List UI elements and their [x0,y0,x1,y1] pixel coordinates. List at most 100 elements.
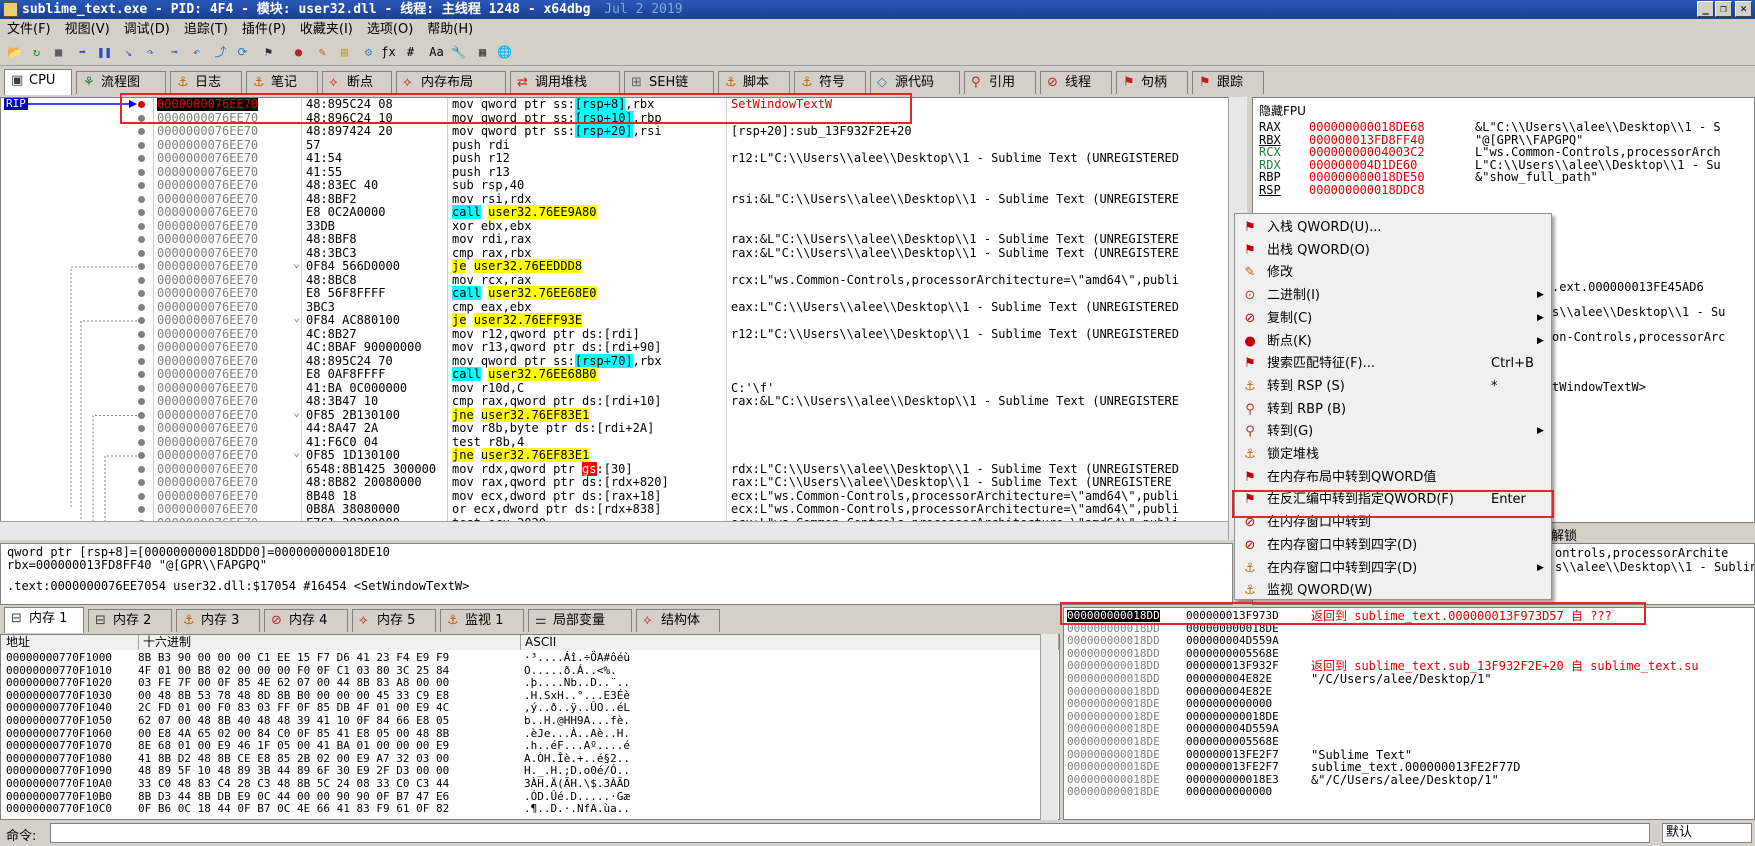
breakpoint-dot[interactable] [138,330,145,338]
disasm-row[interactable]: 0000000076EE70 4C:8B27 mov r12,qword ptr d… [1,327,1221,341]
breakpoint-dot[interactable] [138,182,145,189]
disasm-row[interactable]: 0000000076EE70 48:8BC8 mov rcx,rax rcx:L"ws… [1,273,1221,287]
tab-graph[interactable]: ⚘ 流程图 [76,71,166,94]
disasm-row[interactable]: 0000000076EE70 E8 0AF8FFFF call user32.76E… [1,367,1221,381]
breakpoint-dot[interactable] [138,425,145,432]
menu-item-goto[interactable]: ⚲ 转到(G) ▶ [1235,420,1551,443]
menu-item-goto-rbp[interactable]: ⚲ 转到 RBP (B) [1235,398,1551,421]
menu-item-push[interactable]: ⚑ 入栈 QWORD(U)... [1235,216,1551,239]
restore-button[interactable]: ❐ [1715,1,1732,17]
tab-source[interactable]: ◇ 源代码 [870,71,960,94]
tab-trace[interactable]: ⚑ 跟踪 [1192,71,1264,94]
menu-item-dump-qword-sub[interactable]: ⚓ 在内存窗口中转到四字(D) ▶ [1235,557,1551,580]
menu-item-breakpoint[interactable]: ● 断点(K) ▶ [1235,330,1551,353]
breakpoint-dot[interactable] [138,506,145,513]
menu-item-dump-goto[interactable]: ⊘ 在内存窗口中转到 [1235,511,1551,534]
step-over-icon[interactable]: ↷ [142,44,159,61]
disasm-row[interactable]: 0000000076EE70 48:3BC3 cmp rax,rbx rax:&L"C… [1,246,1221,260]
disasm-row[interactable]: 0000000076EE70 44:8A47 2A mov r8b,byte ptr… [1,422,1221,435]
breakpoint-dot[interactable] [138,371,145,378]
breakpoint-dot[interactable] [138,411,145,419]
tab-内存 4[interactable]: ⊘ 内存 4 [264,609,348,632]
menu-plugins[interactable]: 插件(P) [235,19,293,40]
menu-view[interactable]: 视图(V) [58,19,117,40]
breakpoint-dot[interactable] [138,276,145,284]
menu-item-goto-rsp[interactable]: ⚓ 转到 RSP (S) * [1235,375,1551,398]
dump-col-address[interactable]: 地址 [6,635,30,650]
memory-dump-view[interactable]: 地址 十六进制 ASCII 00000000770F1000 8B B3 90 0… [0,634,1060,820]
disasm-row[interactable]: 0000000076EE70 48:896C24 10 mov qword ptr … [1,110,1221,125]
tab-threads[interactable]: ⊘ 线程 [1040,71,1112,94]
breakpoint-dot[interactable] [138,209,145,216]
tab-log[interactable]: ⚓ 日志 [170,71,242,94]
breakpoint-dot[interactable] [138,438,145,446]
log-icon[interactable]: ▦ [474,44,491,61]
step-back-icon[interactable]: ↶ [188,44,205,61]
disasm-row[interactable]: 0000000076EE70 48:8BF2 mov rsi,rdx rsi:&L"C… [1,192,1221,206]
menu-item-modify[interactable]: ✎ 修改 [1235,261,1551,284]
pause-icon[interactable]: ❚❚ [96,44,113,61]
tab-cpu[interactable]: ▣ CPU [4,69,72,95]
minimize-button[interactable]: _ [1697,1,1714,17]
menu-item-lock-stack[interactable]: ⚓ 锁定堆栈 [1235,443,1551,466]
tab-局部变量[interactable]: ⚌ 局部变量 [528,609,632,632]
dump-col-hex[interactable]: 十六进制 [138,635,191,650]
breakpoint-dot[interactable] [138,236,145,243]
breakpoint-dot[interactable] [138,465,145,473]
breakpoint-icon[interactable]: ● [290,44,307,61]
script-icon[interactable]: ⚙ [360,44,377,61]
breakpoint-dot[interactable] [138,452,145,459]
tab-notes[interactable]: ⚓ 笔记 [246,71,318,94]
disasm-row[interactable]: 0000000076EE70 0F84 566D0000 je user32.76E… [1,257,1221,273]
tab-script[interactable]: ⚓ 脚本 [718,71,790,94]
menu-trace[interactable]: 追踪(T) [177,19,235,40]
disassembly-horizontal-scrollbar[interactable] [0,521,1228,540]
disasm-row[interactable]: 0000000076EE70 33DB xor ebx,ebx [1,219,1221,233]
breakpoint-dot[interactable] [138,114,145,122]
breakpoint-dot[interactable] [138,398,145,405]
font-icon[interactable]: Aa [428,44,445,61]
menu-item-binary[interactable]: ⊙ 二进制(I) ▶ [1235,284,1551,307]
breakpoint-dot[interactable] [138,344,145,351]
command-input[interactable] [50,823,1650,843]
breakpoint-dot[interactable] [138,249,145,257]
tab-handles[interactable]: ⚑ 句柄 [1116,71,1188,94]
tab-memory-map[interactable]: ⟡ 内存布局 [396,71,506,94]
breakpoint-dot[interactable] [138,168,145,176]
disasm-row[interactable]: 0000000076EE70 48:3B47 10 cmp rax,qword pt… [1,395,1221,408]
menu-item-memmap-goto[interactable]: ⚑ 在内存布局中转到QWORD值 [1235,466,1551,489]
breakpoint-dot[interactable] [138,290,145,297]
disasm-row[interactable]: 0000000076EE70 48:83EC 40 sub rsp,40 [1,179,1221,192]
menu-item-watch-qword[interactable]: ⚓ 监视 QWORD(W) [1235,579,1551,602]
disasm-row[interactable]: 0000000076EE70 41:54 push r12 r12:L"C:\\Use… [1,152,1221,165]
stack-view[interactable]: 000000000018DD 000000013F973D 返回到 sublime_… [1063,607,1755,820]
dump-col-ascii[interactable]: ASCII [520,635,556,650]
disasm-row[interactable]: 0000000076EE70 48:8B82 20080000 mov rax,qw… [1,476,1221,489]
tab-seh[interactable]: ⊞ SEH链 [624,71,714,94]
call-stack-line[interactable]: s\\alee\\Desktop\\1 - Sublin [1555,560,1754,574]
disasm-row[interactable]: 0000000076EE70 41:BA 0C000000 mov r10d,C C:… [1,381,1221,395]
register-row[interactable]: RSP 000000000018DDC8 [1253,183,1753,197]
menu-help[interactable]: 帮助(H) [420,19,480,40]
tab-内存 1[interactable]: ⊟ 内存 1 [4,607,84,633]
disasm-row[interactable]: 0000000076EE70 41:55 push r13 [1,165,1221,179]
menu-item-disasm-goto[interactable]: ⚑ 在反汇编中转到指定QWORD(F) Enter [1235,488,1551,511]
disasm-row[interactable]: 0000000076EE70 41:F6C0 04 test r8b,4 [1,435,1221,449]
animate-icon[interactable]: ⟳ [234,44,251,61]
menu-options[interactable]: 选项(O) [360,19,420,40]
open-icon[interactable]: 📂 [6,44,23,61]
breakpoint-dot[interactable] [138,222,145,230]
close-button[interactable]: ✕ [1735,1,1752,17]
command-mode-select[interactable]: 默认 [1662,823,1752,843]
menu-item-pop[interactable]: ⚑ 出栈 QWORD(O) [1235,239,1551,262]
disasm-row[interactable]: 0000000076EE70 0F85 1D130100 jne user32.76… [1,446,1221,462]
menu-item-copy[interactable]: ⊘ 复制(C) ▶ [1235,307,1551,330]
tab-内存 5[interactable]: ⟡ 内存 5 [352,609,436,632]
trace-icon[interactable]: ⚑ [260,44,277,61]
disasm-row[interactable]: 0000000076EE70 E8 0C2A0000 call user32.76E… [1,205,1221,219]
call-stack-line[interactable]: ontrols,processorArchite [1555,546,1728,560]
tab-breakpoint[interactable]: ⟡ 断点 [322,71,392,94]
web-icon[interactable]: 🌐 [496,44,513,61]
tab-call-stack[interactable]: ⇄ 调用堆栈 [510,71,620,94]
breakpoint-dot[interactable] [138,317,145,324]
